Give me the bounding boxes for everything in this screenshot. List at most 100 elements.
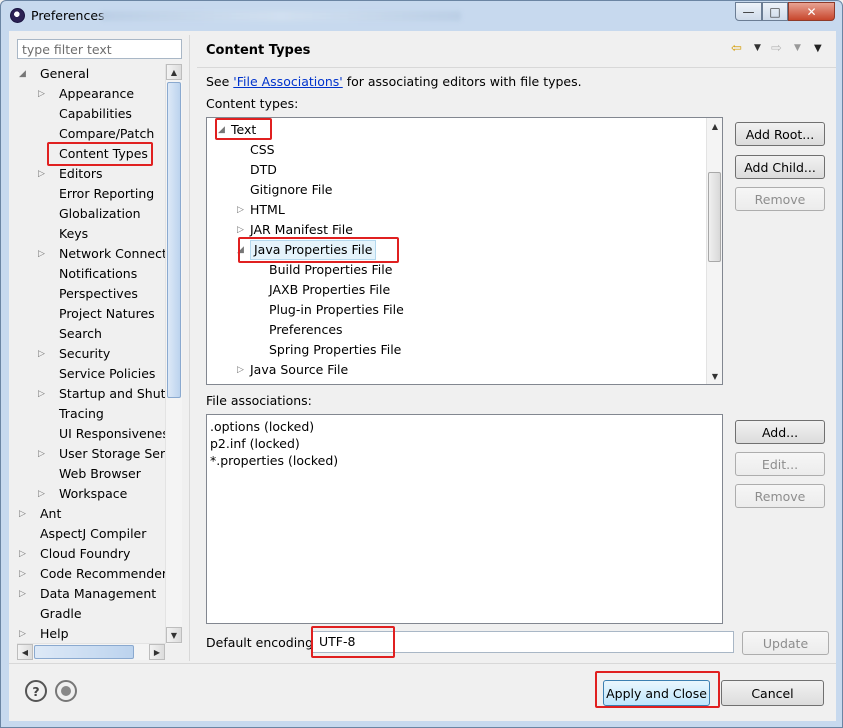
content-type-item[interactable]: CSS: [250, 140, 275, 160]
collapsed-arrow-icon[interactable]: ▷: [38, 444, 46, 464]
tree-item[interactable]: Project Natures: [59, 304, 155, 324]
content-type-item[interactable]: Plug-in Properties File: [269, 300, 404, 320]
dialog-client: type filter text ◢ General ▷ Appearance Capa…: [9, 31, 836, 721]
maximize-button[interactable]: □: [762, 2, 788, 21]
content-type-item[interactable]: Spring Properties File: [269, 340, 401, 360]
tree-item[interactable]: Globalization: [59, 204, 141, 224]
tree-item[interactable]: Perspectives: [59, 284, 138, 304]
blurred-title-text: [101, 11, 461, 21]
tree-item[interactable]: Workspace: [59, 484, 127, 504]
tree-item[interactable]: General: [40, 64, 89, 84]
tree-item[interactable]: Data Management: [40, 584, 156, 604]
tree-item[interactable]: Service Policies: [59, 364, 155, 384]
cancel-button[interactable]: Cancel: [721, 680, 824, 706]
collapsed-arrow-icon[interactable]: ▷: [38, 84, 46, 104]
tree-item[interactable]: Appearance: [59, 84, 134, 104]
scroll-up-icon[interactable]: ▲: [166, 64, 182, 80]
content-types-scrollbar[interactable]: ▲ ▼: [706, 118, 722, 384]
content-type-item[interactable]: JAXB Properties File: [269, 280, 390, 300]
expanded-arrow-icon[interactable]: ◢: [19, 64, 27, 84]
forward-arrow-icon[interactable]: ⇨: [771, 41, 782, 56]
scroll-down-icon[interactable]: ▼: [166, 627, 182, 643]
ct-scroll-up-icon[interactable]: ▲: [707, 118, 723, 134]
tree-item[interactable]: Code Recommenders: [40, 564, 173, 584]
tree-item[interactable]: Tracing: [59, 404, 104, 424]
add-association-button[interactable]: Add...: [735, 420, 825, 444]
tree-item[interactable]: AspectJ Compiler: [40, 524, 146, 544]
collapsed-arrow-icon[interactable]: ▷: [19, 544, 27, 564]
scroll-right-icon[interactable]: ▶: [149, 644, 165, 660]
back-arrow-icon[interactable]: ⇦: [731, 41, 742, 56]
content-type-item[interactable]: Build Properties File: [269, 260, 392, 280]
scroll-left-icon[interactable]: ◀: [17, 644, 33, 660]
content-type-item[interactable]: DTD: [250, 160, 277, 180]
collapsed-arrow-icon[interactable]: ▷: [19, 504, 27, 524]
tree-item[interactable]: Editors: [59, 164, 103, 184]
tree-item[interactable]: Notifications: [59, 264, 137, 284]
collapsed-arrow-icon[interactable]: ▷: [19, 624, 27, 644]
window-title: Preferences: [31, 8, 105, 23]
edit-association-button[interactable]: Edit...: [735, 452, 825, 476]
tree-item[interactable]: Network Connecti: [59, 244, 170, 264]
content-type-item[interactable]: HTML: [250, 200, 285, 220]
collapsed-arrow-icon[interactable]: ▷: [237, 360, 245, 380]
collapsed-arrow-icon[interactable]: ▷: [38, 244, 46, 264]
view-menu-icon[interactable]: ▼: [814, 43, 822, 54]
tree-item[interactable]: Web Browser: [59, 464, 141, 484]
collapsed-arrow-icon[interactable]: ▷: [237, 200, 245, 220]
content-type-item[interactable]: Java Source File: [250, 360, 348, 380]
close-button[interactable]: ✕: [788, 2, 835, 21]
content-type-item[interactable]: Preferences: [269, 320, 343, 340]
minimize-button[interactable]: —: [735, 2, 762, 21]
tree-horizontal-scrollbar[interactable]: ◀ ▶: [17, 643, 165, 660]
tree-item[interactable]: User Storage Serv: [59, 444, 173, 464]
see-suffix: for associating editors with file types.: [342, 74, 582, 89]
back-menu-icon[interactable]: ▼: [754, 43, 761, 53]
tree-vertical-scrollbar[interactable]: ▲ ▼: [165, 64, 182, 644]
collapsed-arrow-icon[interactable]: ▷: [38, 164, 46, 184]
update-button[interactable]: Update: [742, 631, 829, 655]
highlight-text: [215, 118, 272, 140]
collapsed-arrow-icon[interactable]: ▷: [38, 384, 46, 404]
collapsed-arrow-icon[interactable]: ▷: [38, 344, 46, 364]
eclipse-icon: [10, 8, 25, 23]
file-association-item[interactable]: *.properties (locked): [210, 452, 719, 469]
file-association-item[interactable]: p2.inf (locked): [210, 435, 719, 452]
file-associations-link[interactable]: 'File Associations': [233, 74, 342, 89]
tree-item[interactable]: Search: [59, 324, 102, 344]
tree-item[interactable]: Help: [40, 624, 69, 644]
tree-item[interactable]: Compare/Patch: [59, 124, 154, 144]
file-association-item[interactable]: .options (locked): [210, 418, 719, 435]
see-prefix: See: [206, 74, 234, 89]
tree-item[interactable]: Ant: [40, 504, 61, 524]
help-icon[interactable]: ?: [25, 680, 47, 702]
record-icon[interactable]: [55, 680, 77, 702]
tree-item[interactable]: Capabilities: [59, 104, 132, 124]
pane-divider: [189, 35, 190, 661]
add-child-button[interactable]: Add Child...: [735, 155, 825, 179]
collapsed-arrow-icon[interactable]: ▷: [38, 484, 46, 504]
hscroll-thumb[interactable]: [34, 645, 134, 659]
ct-scroll-thumb[interactable]: [708, 172, 721, 262]
title-bar: Preferences — □ ✕: [1, 1, 842, 31]
page-title: Content Types: [206, 43, 311, 58]
tree-item[interactable]: Cloud Foundry: [40, 544, 130, 564]
collapsed-arrow-icon[interactable]: ▷: [19, 564, 27, 584]
add-root-button[interactable]: Add Root...: [735, 122, 825, 146]
remove-association-button[interactable]: Remove: [735, 484, 825, 508]
scroll-thumb[interactable]: [167, 82, 181, 398]
tree-item[interactable]: UI Responsiveness: [59, 424, 173, 444]
tree-item[interactable]: Keys: [59, 224, 88, 244]
tree-item[interactable]: Startup and Shutd: [59, 384, 173, 404]
ct-scroll-down-icon[interactable]: ▼: [707, 368, 723, 384]
content-type-item[interactable]: Gitignore File: [250, 180, 332, 200]
forward-menu-icon[interactable]: ▼: [794, 43, 801, 53]
tree-item[interactable]: Security: [59, 344, 110, 364]
collapsed-arrow-icon[interactable]: ▷: [19, 584, 27, 604]
tree-item[interactable]: Error Reporting: [59, 184, 154, 204]
remove-content-type-button[interactable]: Remove: [735, 187, 825, 211]
tree-item[interactable]: Gradle: [40, 604, 82, 624]
file-associations-list: .options (locked) p2.inf (locked) *.proper…: [206, 414, 723, 624]
see-text: See 'File Associations' for associating …: [206, 74, 582, 89]
filter-input[interactable]: type filter text: [17, 39, 182, 59]
